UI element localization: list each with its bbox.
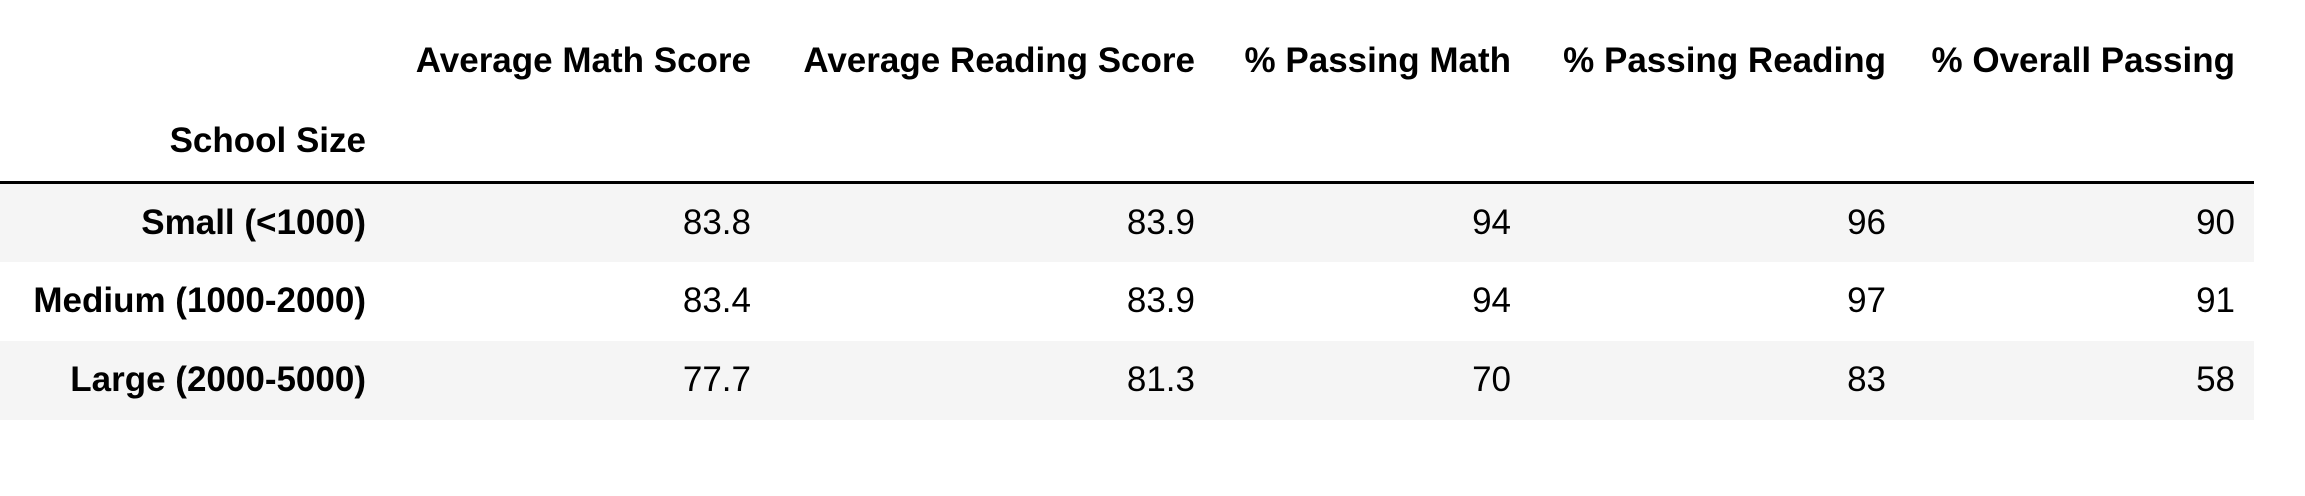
row-label: Medium (1000-2000) <box>33 281 366 320</box>
table-cell: 96 <box>1847 202 1886 242</box>
table-cell: 94 <box>1472 281 1511 320</box>
table-cell: 83.4 <box>682 281 751 320</box>
table-cell: 83.9 <box>1126 202 1195 242</box>
table-cell: 90 <box>2196 202 2235 242</box>
column-header-avg-reading: Average Reading Score <box>803 41 1195 80</box>
table-cell: 58 <box>2196 360 2235 399</box>
header-blank-cell <box>0 21 385 101</box>
column-header-row: Average Math Score Average Reading Score… <box>0 21 2254 101</box>
table-cell: 94 <box>1472 202 1511 242</box>
table-cell: 81.3 <box>1126 360 1195 399</box>
row-label: Small (<1000) <box>141 202 366 242</box>
table-row: Large (2000-5000) 77.7 81.3 70 83 58 <box>0 340 2254 420</box>
column-header-pct-reading: % Passing Reading <box>1563 41 1886 80</box>
column-header-pct-math: % Passing Math <box>1244 41 1511 80</box>
table-cell: 83.9 <box>1126 281 1195 320</box>
index-header-school-size: School Size <box>169 121 366 160</box>
table-cell: 83.8 <box>682 202 751 242</box>
row-label: Large (2000-5000) <box>70 360 366 399</box>
index-header-row: School Size <box>0 101 2254 183</box>
table-cell: 70 <box>1472 360 1511 399</box>
table-cell: 77.7 <box>682 360 751 399</box>
table-cell: 83 <box>1847 360 1886 399</box>
table-cell: 91 <box>2196 281 2235 320</box>
table-row: Small (<1000) 83.8 83.9 94 96 90 <box>0 182 2254 262</box>
school-size-summary-table: Average Math Score Average Reading Score… <box>0 21 2254 420</box>
column-header-avg-math: Average Math Score <box>415 41 751 80</box>
table-row: Medium (1000-2000) 83.4 83.9 94 97 91 <box>0 261 2254 341</box>
table-cell: 97 <box>1847 281 1886 320</box>
dataframe-output: Average Math Score Average Reading Score… <box>0 21 2254 420</box>
column-header-pct-overall: % Overall Passing <box>1931 41 2235 80</box>
